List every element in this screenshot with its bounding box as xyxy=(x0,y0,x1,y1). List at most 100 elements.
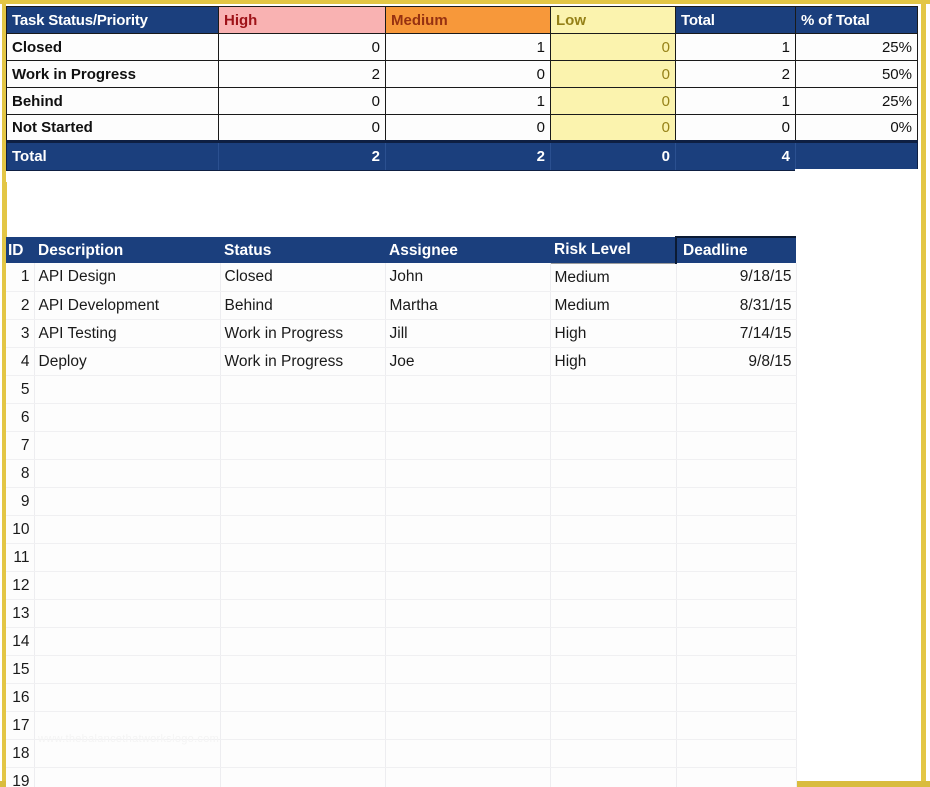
task-cell-deadline[interactable] xyxy=(676,403,797,432)
task-cell-assignee[interactable] xyxy=(385,683,551,712)
task-cell-id[interactable]: 11 xyxy=(6,543,35,572)
task-cell-description[interactable] xyxy=(34,403,221,432)
summary-cell-total[interactable]: 1 xyxy=(675,87,796,115)
summary-total-pct[interactable] xyxy=(795,140,918,172)
task-cell-id[interactable]: 8 xyxy=(6,459,35,488)
task-cell-risk[interactable]: Medium xyxy=(549,262,677,292)
task-cell-status[interactable] xyxy=(220,739,386,768)
task-cell-id[interactable]: 1 xyxy=(6,263,35,292)
task-cell-deadline[interactable] xyxy=(676,627,797,656)
task-cell-assignee[interactable]: Jill xyxy=(385,319,551,348)
task-cell-deadline[interactable] xyxy=(676,459,797,488)
summary-cell-total[interactable]: 0 xyxy=(675,114,796,142)
task-cell-status[interactable]: Work in Progress xyxy=(220,347,386,376)
task-cell-assignee[interactable] xyxy=(385,599,551,628)
task-cell-assignee[interactable] xyxy=(385,431,551,460)
task-cell-risk[interactable] xyxy=(550,711,677,740)
summary-header-low[interactable]: Low xyxy=(550,6,676,34)
task-cell-status[interactable] xyxy=(220,543,386,572)
task-cell-status[interactable] xyxy=(220,403,386,432)
task-cell-status[interactable] xyxy=(220,487,386,516)
task-cell-description[interactable]: API Testing xyxy=(34,319,221,348)
task-header-deadline[interactable]: Deadline xyxy=(675,236,796,263)
summary-cell-medium[interactable]: 1 xyxy=(385,87,551,115)
task-cell-deadline[interactable]: 7/14/15 xyxy=(676,319,797,348)
summary-cell-low[interactable]: 0 xyxy=(550,87,676,115)
task-cell-status[interactable] xyxy=(220,599,386,628)
task-cell-status[interactable] xyxy=(220,627,386,656)
summary-cell-medium[interactable]: 0 xyxy=(385,60,551,88)
task-cell-assignee[interactable] xyxy=(385,627,551,656)
task-cell-description[interactable] xyxy=(34,515,221,544)
task-cell-risk[interactable] xyxy=(550,515,677,544)
task-cell-deadline[interactable] xyxy=(676,711,797,740)
task-cell-risk[interactable] xyxy=(550,571,677,600)
task-cell-risk[interactable]: High xyxy=(550,347,677,376)
task-cell-deadline[interactable] xyxy=(676,375,797,404)
task-cell-description[interactable] xyxy=(34,487,221,516)
task-cell-assignee[interactable] xyxy=(385,711,551,740)
task-cell-deadline[interactable] xyxy=(676,739,797,768)
summary-header-task-status-priority[interactable]: Task Status/Priority xyxy=(6,6,219,34)
summary-cell-pct[interactable]: 0% xyxy=(795,114,918,142)
task-header-risk-level[interactable]: Risk Level xyxy=(550,237,676,263)
task-cell-description[interactable] xyxy=(34,599,221,628)
task-cell-id[interactable]: 12 xyxy=(6,571,35,600)
task-cell-risk[interactable] xyxy=(550,543,677,572)
task-cell-description[interactable]: Deploy xyxy=(34,347,221,376)
task-cell-assignee[interactable] xyxy=(385,767,551,787)
task-cell-status[interactable]: Behind xyxy=(220,291,386,320)
task-cell-description[interactable]: API Design xyxy=(34,263,221,292)
task-cell-id[interactable]: 15 xyxy=(6,655,35,684)
task-cell-description[interactable] xyxy=(34,431,221,460)
task-cell-risk[interactable] xyxy=(550,627,677,656)
task-cell-status[interactable] xyxy=(220,459,386,488)
task-cell-description[interactable] xyxy=(34,543,221,572)
task-cell-status[interactable] xyxy=(220,655,386,684)
task-cell-deadline[interactable] xyxy=(676,487,797,516)
summary-header-high[interactable]: High xyxy=(218,6,386,34)
task-cell-status[interactable] xyxy=(220,683,386,712)
task-cell-risk[interactable] xyxy=(550,375,677,404)
task-cell-id[interactable]: 16 xyxy=(6,683,35,712)
task-cell-deadline[interactable]: 8/31/15 xyxy=(676,291,797,320)
task-cell-description[interactable] xyxy=(34,767,221,787)
task-cell-status[interactable] xyxy=(220,375,386,404)
summary-cell-pct[interactable]: 50% xyxy=(795,60,918,88)
task-cell-risk[interactable] xyxy=(550,403,677,432)
summary-cell-medium[interactable]: 1 xyxy=(385,33,551,61)
summary-cell-low[interactable]: 0 xyxy=(550,114,676,142)
task-header-description[interactable]: Description xyxy=(34,237,220,263)
summary-total-label[interactable]: Total xyxy=(6,140,219,171)
summary-cell-pct[interactable]: 25% xyxy=(795,33,918,61)
task-cell-assignee[interactable] xyxy=(385,459,551,488)
task-cell-id[interactable]: 17 xyxy=(6,711,35,740)
task-cell-assignee[interactable] xyxy=(385,515,551,544)
task-cell-description[interactable] xyxy=(34,655,221,684)
task-cell-description[interactable] xyxy=(34,459,221,488)
summary-cell-high[interactable]: 0 xyxy=(218,87,386,115)
task-cell-deadline[interactable] xyxy=(676,655,797,684)
task-cell-assignee[interactable]: John xyxy=(385,263,551,292)
summary-cell-label[interactable]: Closed xyxy=(6,33,219,61)
task-cell-status[interactable] xyxy=(220,515,386,544)
summary-cell-pct[interactable]: 25% xyxy=(795,87,918,115)
task-cell-deadline[interactable] xyxy=(676,431,797,460)
task-cell-deadline[interactable] xyxy=(676,599,797,628)
summary-cell-high[interactable]: 0 xyxy=(218,114,386,142)
summary-header-medium[interactable]: Medium xyxy=(385,6,551,34)
task-cell-id[interactable]: 6 xyxy=(6,403,35,432)
summary-cell-low[interactable]: 0 xyxy=(550,60,676,88)
task-cell-risk[interactable] xyxy=(550,655,677,684)
task-header-status[interactable]: Status xyxy=(220,237,385,263)
summary-header-total[interactable]: Total xyxy=(675,6,796,34)
summary-total-high[interactable]: 2 xyxy=(218,140,386,171)
task-cell-assignee[interactable]: Martha xyxy=(385,291,551,320)
summary-cell-medium[interactable]: 0 xyxy=(385,114,551,142)
task-cell-assignee[interactable]: Joe xyxy=(385,347,551,376)
summary-cell-label[interactable]: Work in Progress xyxy=(6,60,219,88)
task-cell-id[interactable]: 5 xyxy=(6,375,35,404)
summary-cell-high[interactable]: 0 xyxy=(218,33,386,61)
task-cell-status[interactable] xyxy=(220,571,386,600)
summary-total-low[interactable]: 0 xyxy=(550,140,676,171)
